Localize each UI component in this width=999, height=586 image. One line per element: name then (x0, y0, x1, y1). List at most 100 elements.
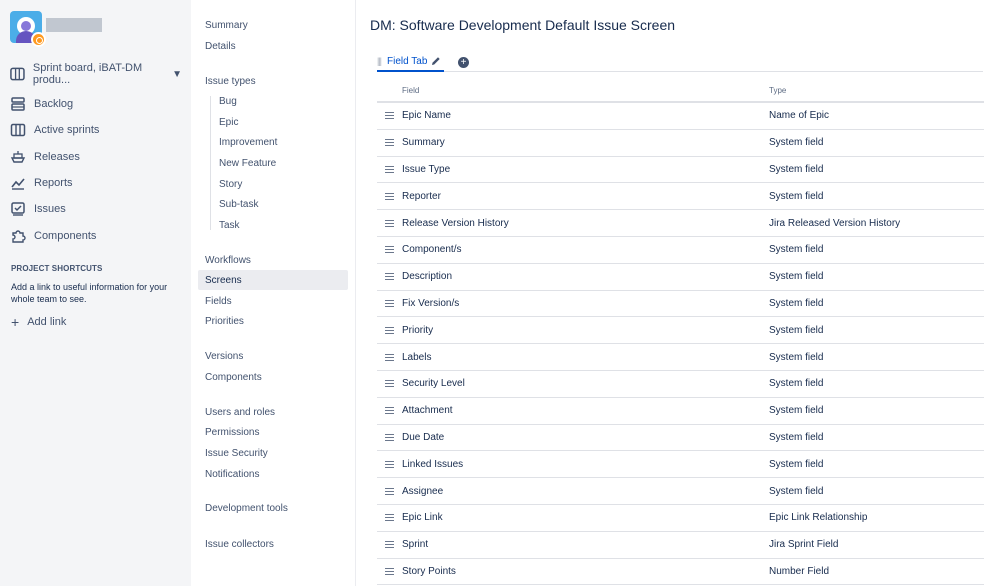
table-row[interactable]: Security Level System field (377, 371, 984, 398)
drag-handle-icon[interactable] (377, 380, 402, 388)
field-type: System field (769, 163, 824, 175)
field-name: Summary (402, 137, 445, 149)
board-switcher[interactable]: Sprint board, iBAT-DM produ... ▼ (10, 62, 182, 86)
drag-handle-icon[interactable] (377, 460, 402, 468)
screen-editor: DM: Software Development Default Issue S… (357, 0, 999, 586)
sidebar-item-releases[interactable]: Releases (10, 146, 182, 168)
puzzle-icon (12, 230, 26, 243)
field-type: System field (769, 351, 824, 363)
sidebar-item-active-sprints[interactable]: Active sprints (10, 119, 182, 141)
table-row[interactable]: Due Date System field (377, 425, 984, 452)
settings-item-components[interactable]: Components (198, 367, 348, 387)
table-row[interactable]: Sprint Jira Sprint Field (377, 532, 984, 559)
drag-handle-icon[interactable] (377, 299, 402, 307)
drag-handle-icon[interactable] (377, 487, 402, 495)
settings-item-fields[interactable]: Fields (198, 291, 348, 311)
table-row[interactable]: Summary System field (377, 130, 984, 157)
field-type: Number Field (769, 565, 830, 577)
field-name: Due Date (402, 431, 445, 443)
field-name: Security Level (402, 378, 465, 390)
page-title: DM: Software Development Default Issue S… (370, 17, 676, 33)
issue-type-new-feature[interactable]: New Feature (219, 153, 276, 173)
settings-item-workflows[interactable]: Workflows (198, 250, 348, 270)
settings-item-summary[interactable]: Summary (198, 15, 348, 35)
sidebar-item-backlog[interactable]: Backlog (10, 93, 182, 115)
sidebar-item-reports[interactable]: Reports (10, 172, 182, 194)
sidebar-item-issues[interactable]: Issues (10, 198, 182, 220)
project-avatar[interactable] (10, 11, 46, 47)
table-row[interactable]: Fix Version/s System field (377, 291, 984, 318)
table-row[interactable]: Assignee System field (377, 478, 984, 505)
drag-handle-icon[interactable] (377, 407, 402, 415)
drag-handle-icon[interactable] (377, 433, 402, 441)
add-link-button[interactable]: + Add link (11, 315, 66, 329)
table-row[interactable]: Description System field (377, 264, 984, 291)
settings-item-priorities[interactable]: Priorities (198, 311, 348, 331)
field-name: Component/s (402, 244, 462, 256)
field-type: Jira Released Version History (769, 217, 901, 229)
drag-handle-icon[interactable] (377, 246, 402, 254)
drag-handle-icon[interactable] (377, 273, 402, 281)
table-row[interactable]: Priority System field (377, 317, 984, 345)
table-row[interactable]: Reporter System field (377, 183, 984, 211)
field-name: Release Version History (402, 217, 509, 229)
table-row[interactable]: Epic Link Epic Link Relationship (377, 505, 984, 532)
table-row[interactable]: Labels System field (377, 344, 984, 371)
issue-type-epic[interactable]: Epic (219, 112, 238, 132)
field-type: System field (769, 271, 824, 283)
settings-item-issue-collectors[interactable]: Issue collectors (198, 534, 348, 554)
project-name-redacted (46, 18, 102, 32)
table-row[interactable]: Story Points Number Field (377, 559, 984, 586)
sidebar-item-label: Reports (34, 177, 73, 189)
table-row[interactable]: Attachment System field (377, 398, 984, 425)
issue-type-story[interactable]: Story (219, 174, 242, 194)
field-name: Priority (402, 324, 434, 336)
table-row[interactable]: Epic Name Name of Epic (377, 103, 984, 130)
issue-type-bug[interactable]: Bug (219, 91, 237, 111)
field-name: Epic Link (402, 512, 443, 524)
settings-item-users-roles[interactable]: Users and roles (198, 402, 348, 422)
project-sidebar: Sprint board, iBAT-DM produ... ▼ Backlog… (0, 0, 191, 586)
plus-icon: + (11, 314, 20, 330)
field-name: Labels (402, 351, 432, 363)
drag-handle-icon[interactable] (377, 326, 402, 334)
settings-item-details[interactable]: Details (198, 36, 348, 56)
settings-item-versions[interactable]: Versions (198, 346, 348, 366)
table-row[interactable]: Linked Issues System field (377, 451, 984, 479)
table-row[interactable]: Issue Type System field (377, 157, 984, 184)
table-row[interactable]: Component/s System field (377, 237, 984, 264)
table-row[interactable]: Release Version History Jira Released Ver… (377, 210, 984, 237)
field-type: Epic Link Relationship (769, 512, 868, 524)
settings-item-permissions[interactable]: Permissions (198, 422, 348, 442)
issue-type-task[interactable]: Task (219, 215, 240, 235)
settings-item-issue-security[interactable]: Issue Security (198, 443, 348, 463)
chevron-down-icon: ▼ (172, 68, 182, 80)
drag-handle-icon[interactable] (377, 514, 402, 522)
avatar-badge-icon (31, 32, 46, 47)
field-name: Sprint (402, 539, 429, 551)
board-columns-icon (10, 123, 26, 137)
field-type: System field (769, 458, 824, 470)
drag-handle-icon[interactable] (377, 192, 402, 200)
issue-type-sub-task[interactable]: Sub-task (219, 194, 258, 214)
drag-handle-icon[interactable] (377, 353, 402, 361)
drag-handle-icon[interactable] (377, 219, 402, 227)
add-tab-icon[interactable]: + (458, 57, 469, 68)
sidebar-item-components[interactable]: Components (10, 225, 182, 247)
field-name: Epic Name (402, 110, 451, 122)
settings-item-notifications[interactable]: Notifications (198, 464, 348, 484)
drag-handle-icon[interactable] (377, 112, 402, 120)
drag-handle-icon[interactable] (377, 165, 402, 173)
tab-field-tab[interactable]: ||| Field Tab (377, 52, 445, 72)
pencil-icon[interactable] (431, 56, 441, 66)
field-type: System field (769, 297, 824, 309)
issue-type-improvement[interactable]: Improvement (219, 132, 277, 152)
fields-table: Field Type Epic Name Name of Epic Summary S… (377, 80, 984, 586)
drag-handle-icon[interactable] (377, 567, 402, 575)
drag-handle-icon[interactable] (377, 541, 402, 549)
settings-item-screens[interactable]: Screens (198, 270, 348, 290)
settings-item-development-tools[interactable]: Development tools (198, 498, 348, 518)
sidebar-item-label: Backlog (34, 98, 74, 110)
settings-item-issue-types[interactable]: Issue types (198, 71, 348, 91)
drag-handle-icon[interactable] (377, 139, 402, 147)
